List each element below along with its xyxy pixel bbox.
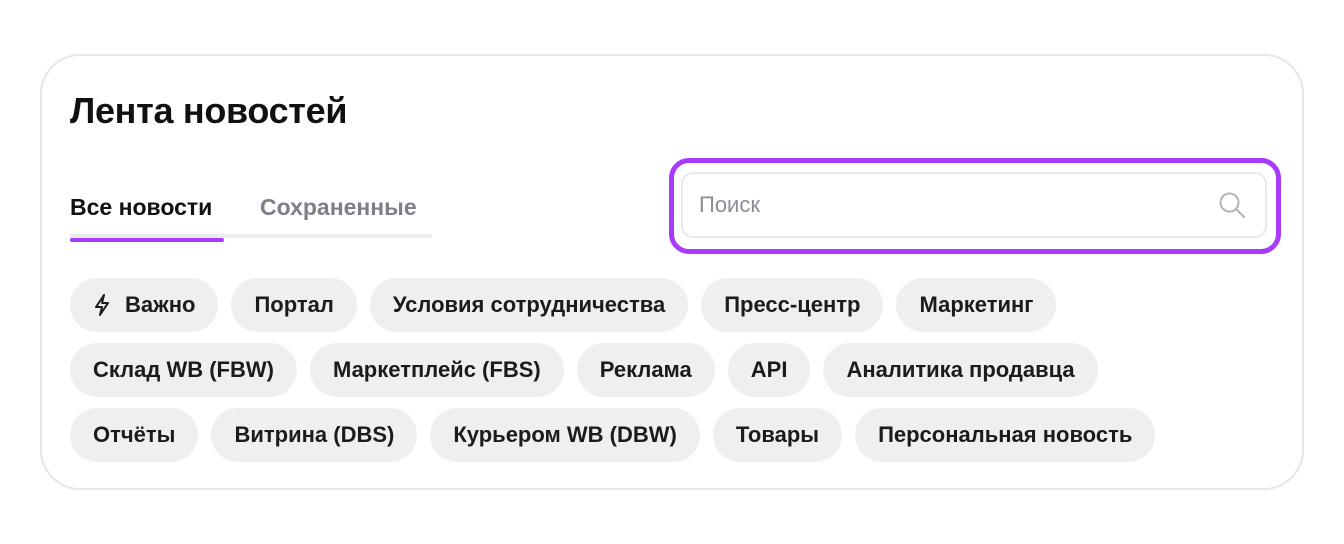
category-chips: Важно Портал Условия сотрудничества Прес… xyxy=(70,278,1270,473)
chip-portal[interactable]: Портал xyxy=(231,278,357,332)
news-feed-card: Лента новостей Все новости Сохраненные В… xyxy=(40,54,1304,490)
search-box[interactable] xyxy=(681,172,1267,238)
page-title: Лента новостей xyxy=(70,90,348,131)
chip-reports[interactable]: Отчёты xyxy=(70,408,199,462)
chip-ads[interactable]: Реклама xyxy=(576,343,715,397)
chip-row: Отчёты Витрина (DBS) Курьером WB (DBW) Т… xyxy=(70,408,1270,462)
chip-dbs[interactable]: Витрина (DBS) xyxy=(211,408,418,462)
search-icon[interactable] xyxy=(1217,190,1247,220)
chip-goods[interactable]: Товары xyxy=(712,408,843,462)
chip-api[interactable]: API xyxy=(727,343,811,397)
chip-cooperation[interactable]: Условия сотрудничества xyxy=(369,278,689,332)
chip-marketing[interactable]: Маркетинг xyxy=(896,278,1057,332)
chip-press-center[interactable]: Пресс-центр xyxy=(701,278,884,332)
tab-saved[interactable]: Сохраненные xyxy=(260,190,417,238)
tab-all-news[interactable]: Все новости xyxy=(70,190,224,242)
chip-personal-news[interactable]: Персональная новость xyxy=(855,408,1156,462)
chip-fbs[interactable]: Маркетплейс (FBS) xyxy=(309,343,564,397)
lightning-icon xyxy=(95,294,109,316)
chip-label: Важно xyxy=(125,292,196,317)
chip-important[interactable]: Важно xyxy=(70,278,219,332)
chip-fbw[interactable]: Склад WB (FBW) xyxy=(70,343,297,397)
chip-row: Склад WB (FBW) Маркетплейс (FBS) Реклама… xyxy=(70,343,1270,397)
chip-dbw[interactable]: Курьером WB (DBW) xyxy=(430,408,700,462)
tabs: Все новости Сохраненные xyxy=(70,190,432,242)
chip-seller-analytics[interactable]: Аналитика продавца xyxy=(823,343,1098,397)
chip-row: Важно Портал Условия сотрудничества Прес… xyxy=(70,278,1270,332)
search-input[interactable] xyxy=(699,174,1199,236)
